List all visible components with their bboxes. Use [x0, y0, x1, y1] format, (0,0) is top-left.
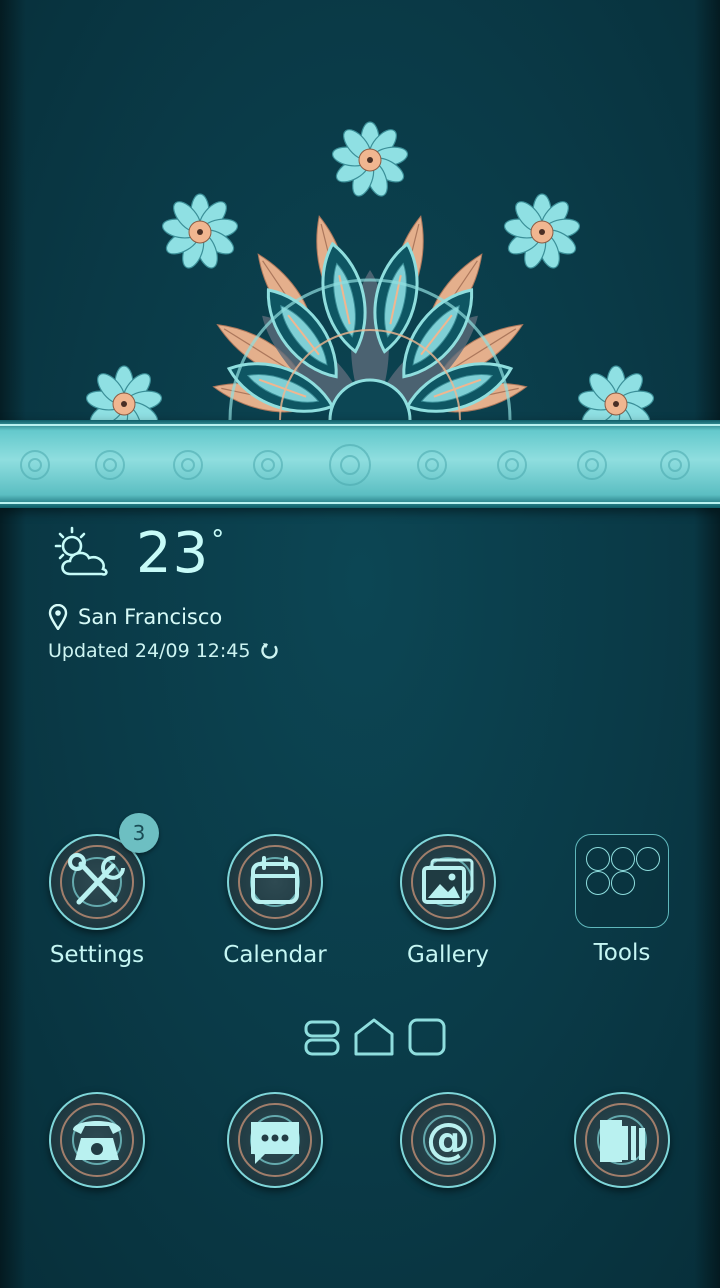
app-label: Gallery — [407, 942, 489, 968]
app-tools-folder[interactable]: Tools — [537, 834, 707, 966]
phone-app-icon[interactable] — [49, 1092, 145, 1188]
location-name: San Francisco — [78, 605, 223, 629]
dock-messages[interactable] — [190, 1092, 360, 1188]
home-indicator-icon[interactable] — [354, 1018, 394, 1056]
svg-text:@: @ — [426, 1114, 470, 1165]
location-pin-icon — [48, 604, 68, 630]
updated-time: Updated 24/09 12:45 — [48, 640, 251, 662]
drive-icon — [636, 847, 660, 871]
calendar-icon — [251, 856, 299, 904]
dock-contacts[interactable] — [537, 1092, 707, 1188]
app-label: Settings — [49, 942, 145, 968]
refresh-icon[interactable] — [260, 641, 280, 661]
share-icon — [586, 847, 610, 871]
app-label: Tools — [593, 940, 651, 966]
app-calendar[interactable]: Calendar — [190, 834, 360, 968]
calendar-app-icon[interactable] — [227, 834, 323, 930]
temperature-unit: ° — [211, 525, 226, 555]
messages-icon — [251, 1122, 299, 1164]
app-label: Calendar — [223, 942, 327, 968]
gallery-app-icon[interactable] — [400, 834, 496, 930]
app-settings[interactable]: Settings 3 — [12, 813, 182, 968]
mandala-wallpaper — [84, 121, 656, 425]
menu-indicator-icon[interactable] — [304, 1020, 340, 1038]
home-page-indicator[interactable] — [300, 1016, 450, 1060]
temperature: 23 — [136, 521, 210, 586]
phone-icon — [73, 1121, 121, 1160]
notification-badge: 3 — [119, 813, 159, 853]
gallery-icon — [422, 858, 474, 904]
contacts-app-icon[interactable] — [574, 1092, 670, 1188]
partly-cloudy-icon — [54, 526, 108, 576]
dock-phone[interactable] — [12, 1092, 182, 1188]
weather-widget[interactable]: 23 ° San Francisco Updated 24/09 12:45 — [48, 522, 280, 662]
email-icon: @ — [426, 1114, 470, 1165]
email-app-icon[interactable]: @ — [400, 1092, 496, 1188]
page-indicator-icon[interactable] — [408, 1018, 446, 1056]
folder-icon[interactable] — [575, 834, 669, 928]
mini-app-icon — [611, 847, 635, 871]
ornamental-band — [0, 420, 720, 508]
contacts-icon — [600, 1120, 645, 1162]
compass-icon — [611, 871, 635, 895]
mini-app-icon — [586, 871, 610, 895]
dock-email[interactable]: @ — [363, 1092, 533, 1188]
band-ornaments — [20, 444, 690, 486]
messages-app-icon[interactable] — [227, 1092, 323, 1188]
app-gallery[interactable]: Gallery — [363, 834, 533, 968]
